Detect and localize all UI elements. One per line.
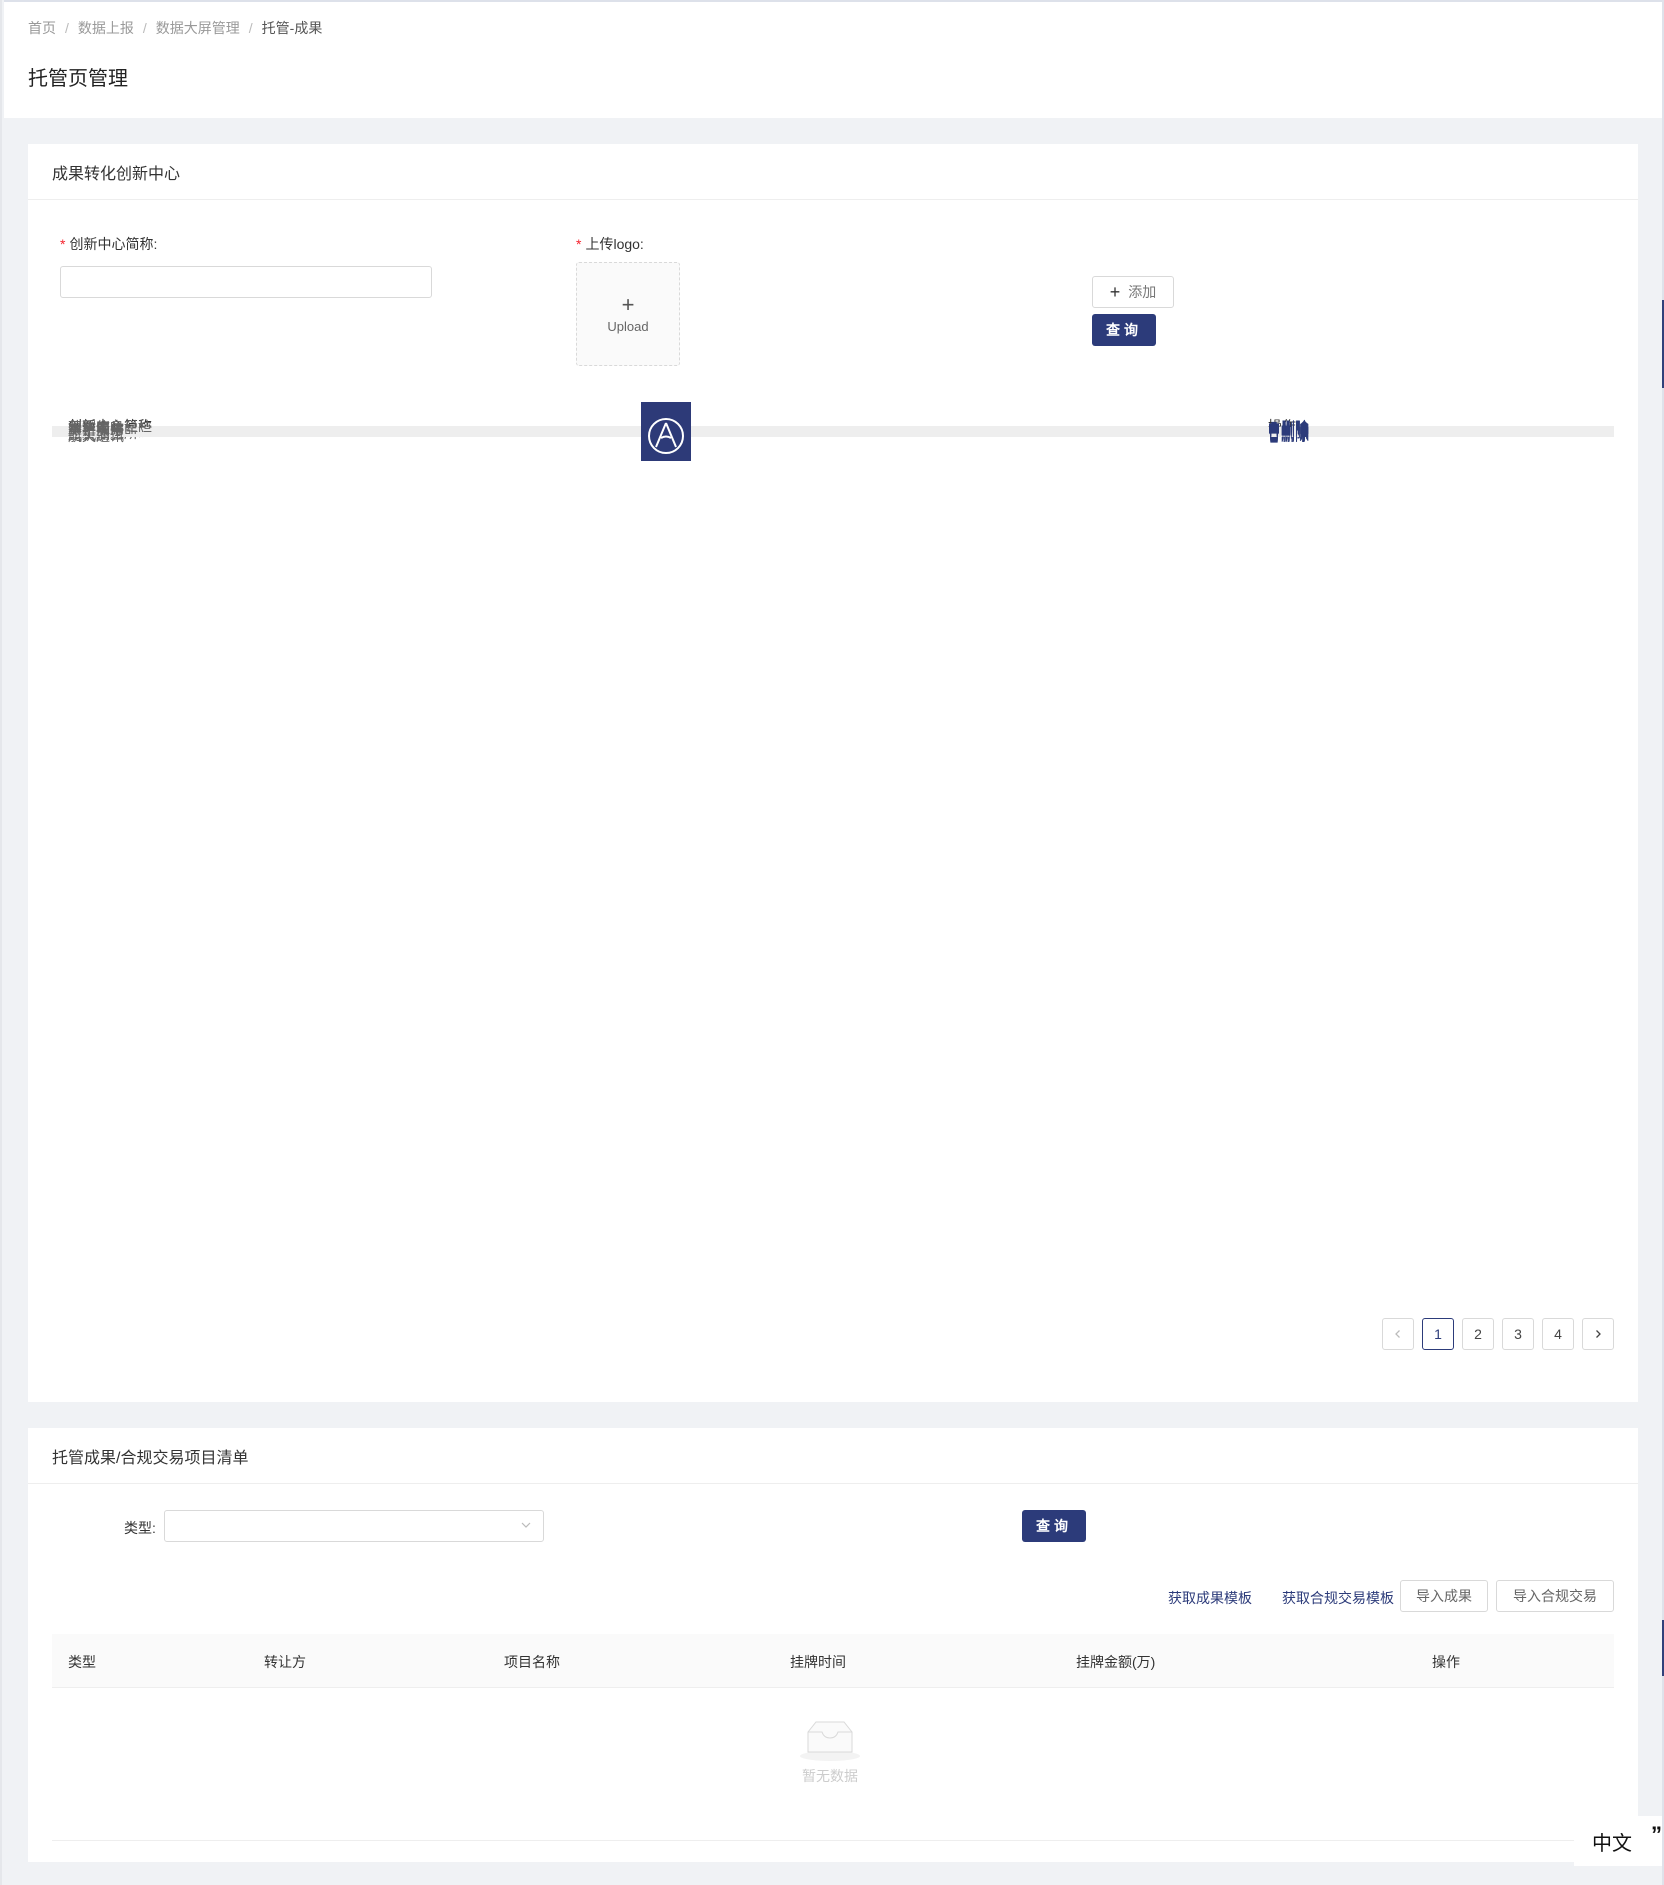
breadcrumb-home[interactable]: 首页 xyxy=(28,18,56,38)
column-header-listing-amount: 挂牌金额(万) xyxy=(1076,1654,1156,1670)
breadcrumb-separator: / xyxy=(248,20,253,36)
empty-text: 暂无数据 xyxy=(802,1768,858,1784)
query-button[interactable]: 查询 xyxy=(1022,1510,1086,1542)
logo-field-label: * 上传logo: xyxy=(576,234,644,254)
column-header-project-name: 项目名称 xyxy=(504,1654,560,1670)
delete-button[interactable]: 删除 xyxy=(1268,426,1309,446)
innovation-center-table: 创新中心简称 logo 操作 荣耀信息科技删除水产所删除新华医院N删除东方医疗删… xyxy=(52,402,1614,461)
chevron-down-icon xyxy=(521,1522,531,1528)
breadcrumb-dashboard-management[interactable]: 数据大屏管理 xyxy=(156,18,240,38)
pagination: 1 2 3 4 xyxy=(1382,1318,1614,1350)
project-list-card: 托管成果/合规交易项目清单 类型: 查询 获取成果模板 获取合规交易模板 导入成… xyxy=(28,1428,1638,1862)
chevron-left-icon xyxy=(1395,1330,1400,1338)
card-title: 托管成果/合规交易项目清单 xyxy=(28,1428,1638,1484)
page-button-2[interactable]: 2 xyxy=(1462,1318,1494,1350)
card-title: 成果转化创新中心 xyxy=(28,144,1638,200)
column-header-type: 类型 xyxy=(68,1654,96,1670)
type-select[interactable] xyxy=(164,1510,544,1542)
chevron-right-icon xyxy=(1596,1330,1601,1338)
name-label-text: 创新中心简称: xyxy=(69,236,158,252)
breadcrumb-current: 托管-成果 xyxy=(261,20,323,36)
type-label: 类型: xyxy=(124,1520,156,1536)
quote-icon: ” xyxy=(1651,1822,1662,1847)
table-row: 航天通讯 删除 xyxy=(52,411,1614,461)
column-header-listing-time: 挂牌时间 xyxy=(790,1654,846,1670)
breadcrumb-separator: / xyxy=(142,20,147,36)
column-header-transferor: 转让方 xyxy=(264,1654,306,1670)
page-title: 托管页管理 xyxy=(28,68,128,90)
language-label: 中文 xyxy=(1592,1832,1632,1855)
get-compliance-template-link[interactable]: 获取合规交易模板 xyxy=(1282,1588,1394,1608)
center-logo xyxy=(641,411,691,461)
import-results-button[interactable]: 导入成果 xyxy=(1400,1580,1488,1612)
table-body: 荣耀信息科技删除水产所删除新华医院N删除东方医疗删除第一人民医院删除国合环境删除… xyxy=(52,402,1614,461)
name-field-label: * 创新中心简称: xyxy=(60,234,157,254)
project-table-header: 类型 转让方 项目名称 挂牌时间 挂牌金额(万) 操作 xyxy=(52,1634,1614,1688)
add-button[interactable]: + 添加 xyxy=(1092,276,1174,308)
logo-upload[interactable]: + Upload xyxy=(576,262,680,366)
breadcrumb-separator: / xyxy=(65,20,69,36)
breadcrumb: 首页 / 数据上报 / 数据大屏管理 / 托管-成果 xyxy=(28,18,322,38)
center-name: 航天通讯 xyxy=(68,428,124,444)
required-mark: * xyxy=(576,236,582,252)
next-page-button[interactable] xyxy=(1582,1318,1614,1350)
column-header-actions: 操作 xyxy=(1432,1654,1460,1670)
breadcrumb-data-report[interactable]: 数据上报 xyxy=(78,18,134,38)
page-button-4[interactable]: 4 xyxy=(1542,1318,1574,1350)
upload-text: Upload xyxy=(607,318,649,334)
page-button-3[interactable]: 3 xyxy=(1502,1318,1534,1350)
get-result-template-link[interactable]: 获取成果模板 xyxy=(1168,1588,1252,1608)
delete-label: 删除 xyxy=(1281,428,1309,444)
import-compliance-button[interactable]: 导入合规交易 xyxy=(1496,1580,1614,1612)
divider xyxy=(52,1840,1614,1841)
add-button-label: 添加 xyxy=(1128,284,1157,300)
plus-icon: + xyxy=(1109,282,1121,302)
empty-inbox-icon xyxy=(800,1721,860,1761)
innovation-center-card: 成果转化创新中心 * 创新中心简称: * 上传logo: + Upload + 添加… xyxy=(28,144,1638,1402)
prev-page-button[interactable] xyxy=(1382,1318,1414,1350)
page: 首页 / 数据上报 / 数据大屏管理 / 托管-成果 托管页管理 成果转化创新中… xyxy=(0,0,1664,1885)
required-mark: * xyxy=(60,236,66,252)
trash-icon xyxy=(1268,430,1281,443)
page-header: 首页 / 数据上报 / 数据大屏管理 / 托管-成果 托管页管理 xyxy=(4,0,1664,118)
empty-state: 暂无数据 xyxy=(798,1718,862,1786)
language-switcher[interactable]: 中文 ” xyxy=(1574,1816,1664,1866)
plus-icon: + xyxy=(621,291,635,317)
center-name-input[interactable] xyxy=(60,266,432,298)
logo-label-text: 上传logo: xyxy=(585,236,644,252)
page-button-1[interactable]: 1 xyxy=(1422,1318,1454,1350)
query-button[interactable]: 查询 xyxy=(1092,314,1156,346)
